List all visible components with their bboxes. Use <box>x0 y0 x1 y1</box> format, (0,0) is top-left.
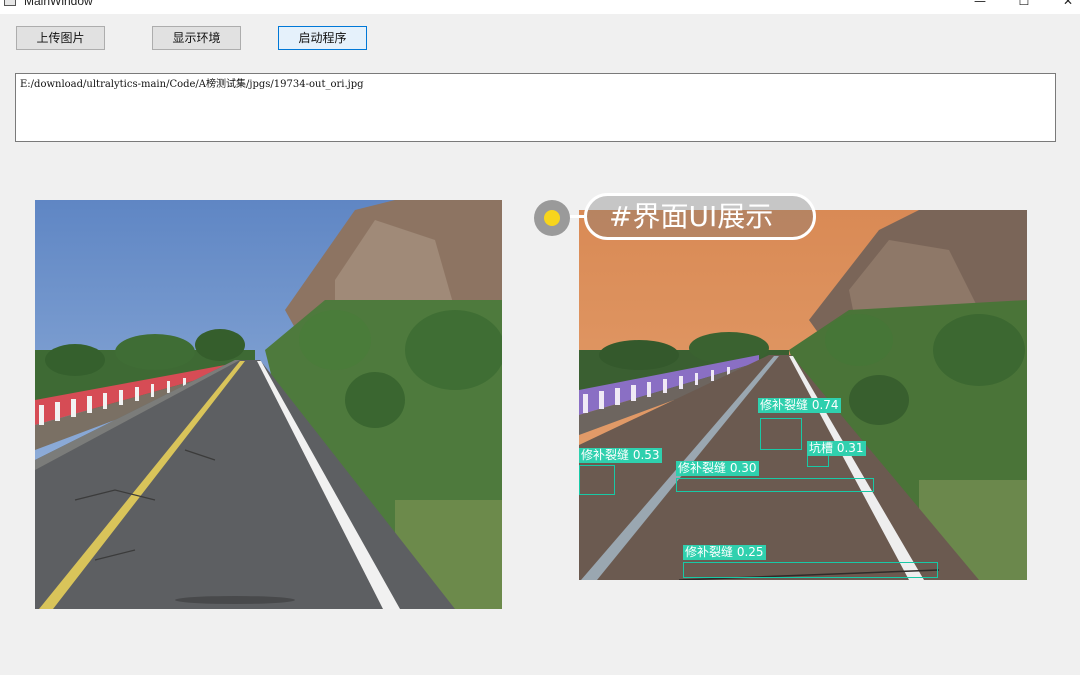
maximize-button[interactable]: ☐ <box>1002 0 1046 12</box>
detection-box <box>760 418 802 450</box>
detection-label: 修补裂缝 0.53 <box>579 448 662 463</box>
detection-box <box>676 478 874 492</box>
detection-label: 修补裂缝 0.74 <box>758 398 841 413</box>
detection-label: 修补裂缝 0.30 <box>676 461 759 476</box>
title-bar: MainWindow — ☐ ✕ <box>0 0 1080 14</box>
close-button[interactable]: ✕ <box>1046 0 1080 12</box>
badge-dot-icon <box>534 200 570 236</box>
overlay-badge: #界面UI展示 <box>584 193 816 240</box>
image-path-textbox[interactable]: E:/download/ultralytics-main/Code/A榜测试集/… <box>15 73 1056 142</box>
detection-label: 修补裂缝 0.25 <box>683 545 766 560</box>
start-program-button[interactable]: 启动程序 <box>278 26 367 50</box>
detection-label: 坑槽 0.31 <box>807 441 866 456</box>
badge-dot-center <box>544 210 560 226</box>
detection-box <box>807 455 829 467</box>
minimize-button[interactable]: — <box>958 0 1002 12</box>
app-window-icon <box>4 0 16 6</box>
original-image <box>35 200 502 609</box>
window-title: MainWindow <box>24 0 93 8</box>
detection-box <box>579 465 615 495</box>
show-environment-button[interactable]: 显示环境 <box>152 26 241 50</box>
upload-image-button[interactable]: 上传图片 <box>16 26 105 50</box>
detection-box <box>683 562 938 578</box>
detection-result-image: 修补裂缝 0.74 修补裂缝 0.53 坑槽 0.31 修补裂缝 0.30 修补… <box>579 210 1027 580</box>
